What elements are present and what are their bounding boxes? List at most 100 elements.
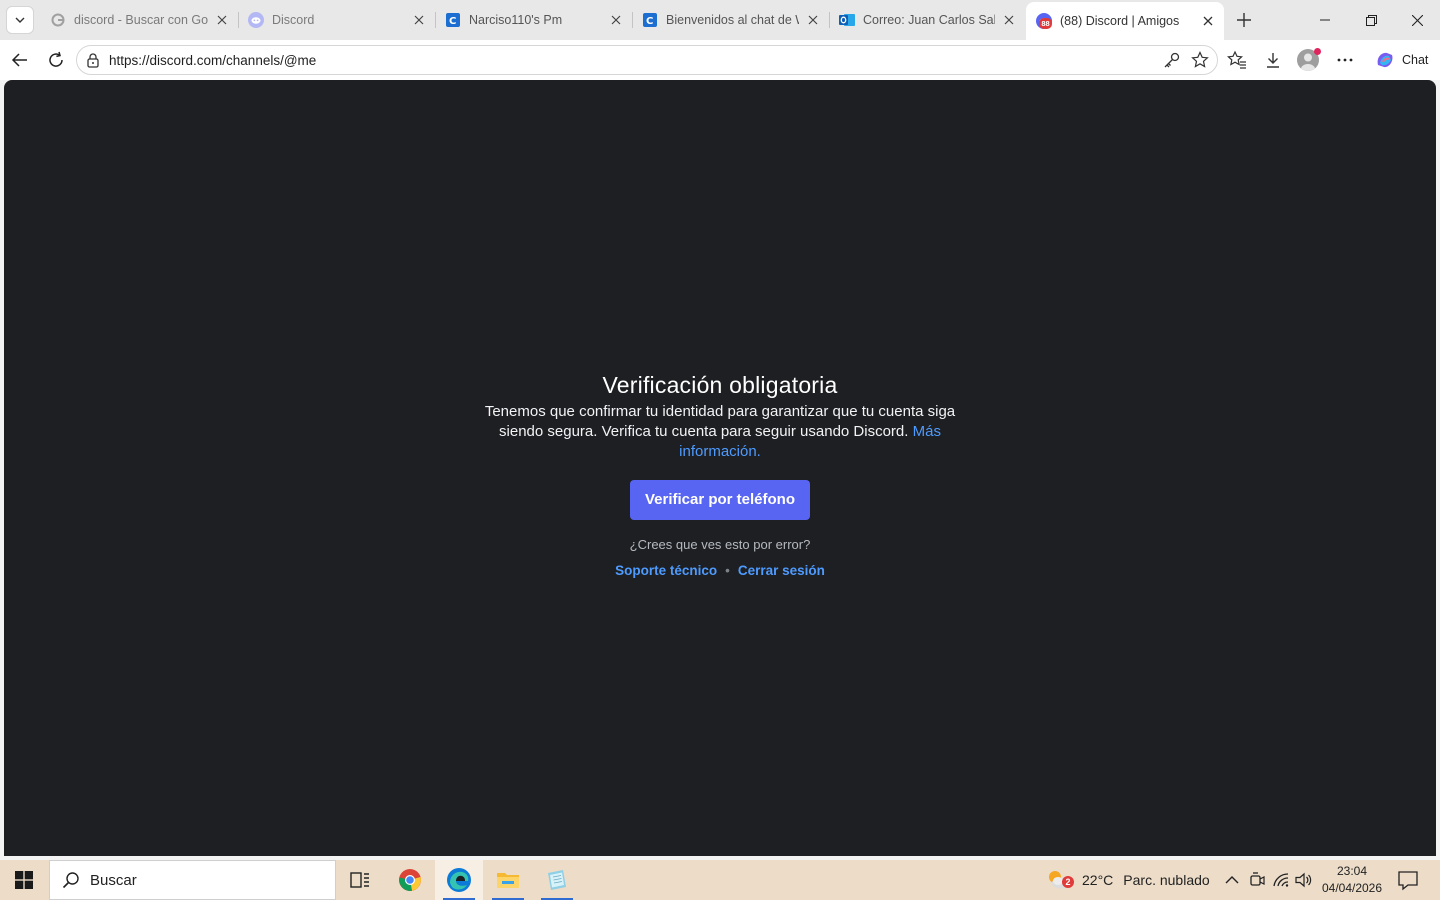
clock-date: 04/04/2026 [1321, 881, 1383, 895]
arrow-left-icon [11, 53, 27, 67]
task-view-button[interactable] [336, 860, 384, 900]
link-separator: • [725, 563, 730, 578]
copilot-icon [1377, 52, 1393, 68]
taskbar-edge[interactable] [435, 860, 483, 900]
speaker-icon [1295, 872, 1312, 888]
folder-icon [497, 873, 519, 888]
star-icon[interactable] [1191, 51, 1209, 69]
chat-site-icon: C [642, 12, 658, 28]
tab-notification-badge: 88 [1039, 18, 1052, 29]
tab-title: Correo: Juan Carlos Salazar [863, 13, 995, 27]
notification-center-button[interactable] [1396, 868, 1420, 892]
more-dots-icon [1337, 58, 1353, 62]
logout-link[interactable]: Cerrar sesión [738, 563, 825, 578]
support-link[interactable]: Soporte técnico [615, 563, 717, 578]
favorites-button[interactable] [1225, 48, 1249, 72]
search-placeholder: Buscar [90, 871, 137, 889]
lock-icon[interactable] [85, 52, 101, 68]
chat-label: Chat [1402, 53, 1429, 67]
network-button[interactable] [1272, 870, 1292, 890]
close-tab-icon[interactable] [411, 12, 427, 28]
weather-temperature: 22°C [1082, 872, 1114, 888]
tab-discord-amigos[interactable]: 88 (88) Discord | Amigos [1026, 2, 1224, 40]
minimize-icon [1320, 19, 1330, 21]
tab-strip: discord - Buscar con Google Discord C Na… [0, 0, 1440, 40]
download-icon [1267, 53, 1279, 68]
system-clock[interactable]: 23:04 04/04/2026 [1320, 863, 1384, 897]
windows-taskbar: Buscar 2 22°C Parc. nublado 23:04 04/04/… [0, 860, 1440, 900]
tab-discord[interactable]: Discord [238, 4, 435, 36]
taskbar-chrome[interactable] [386, 860, 434, 900]
close-tab-icon[interactable] [1001, 12, 1017, 28]
discord-icon [248, 12, 264, 28]
tab-title: discord - Buscar con Google [74, 13, 208, 27]
volume-button[interactable] [1294, 870, 1314, 890]
google-g-icon [50, 12, 66, 28]
restore-button[interactable] [1348, 0, 1394, 40]
plus-icon [1237, 13, 1251, 27]
edge-icon [447, 868, 471, 892]
close-tab-icon[interactable] [214, 12, 230, 28]
page-title: Verificación obligatoria [602, 372, 838, 398]
error-question: ¿Crees que ves esto por error? [629, 537, 811, 552]
tab-bienvenidos-chat[interactable]: C Bienvenidos al chat de Web [632, 4, 829, 36]
weather-condition: Parc. nublado [1123, 872, 1210, 888]
tab-narciso-pm[interactable]: C Narciso110's Pm [435, 4, 632, 36]
close-tab-icon[interactable] [1200, 13, 1216, 29]
meet-now-button[interactable] [1247, 870, 1267, 890]
description-text: Tenemos que confirmar tu identidad para … [484, 403, 956, 440]
taskbar-notepad-app[interactable] [533, 860, 581, 900]
new-tab-button[interactable] [1232, 8, 1256, 32]
refresh-button[interactable] [44, 48, 68, 72]
search-icon [62, 872, 79, 889]
taskbar-search-box[interactable]: Buscar [49, 860, 336, 900]
taskbar-file-explorer[interactable] [484, 860, 532, 900]
tab-title: Narciso110's Pm [469, 13, 563, 27]
tab-title: (88) Discord | Amigos [1060, 14, 1180, 28]
start-button[interactable] [0, 860, 48, 900]
tab-google-search[interactable]: discord - Buscar con Google [40, 4, 238, 36]
partly-cloudy-icon: 2 [1046, 868, 1074, 892]
verify-by-phone-button[interactable]: Verificar por teléfono [630, 480, 810, 520]
tab-title: Discord [272, 13, 315, 27]
address-bar[interactable]: https://discord.com/channels/@me [76, 45, 1218, 75]
url-text[interactable]: https://discord.com/channels/@me [109, 53, 316, 68]
back-button[interactable] [8, 48, 32, 72]
minimize-button[interactable] [1302, 0, 1348, 40]
wifi-icon [1273, 873, 1289, 887]
copilot-chat-button[interactable]: Chat [1368, 46, 1434, 74]
discord-notification-icon: 88 [1036, 13, 1052, 29]
browser-toolbar: https://discord.com/channels/@me Chat [0, 40, 1440, 80]
close-icon [1411, 14, 1423, 26]
settings-more-button[interactable] [1333, 48, 1357, 72]
clock-time: 23:04 [1336, 864, 1368, 878]
tab-outlook-mail[interactable]: Correo: Juan Carlos Salazar [829, 4, 1025, 36]
verification-description: Tenemos que confirmar tu identidad para … [470, 402, 970, 462]
close-window-button[interactable] [1394, 0, 1440, 40]
restore-icon [1365, 14, 1377, 26]
password-key-icon[interactable] [1163, 51, 1181, 69]
help-links: Soporte técnico • Cerrar sesión [4, 563, 1436, 579]
weather-widget[interactable]: 2 22°C Parc. nublado [1046, 860, 1210, 900]
close-tab-icon[interactable] [805, 12, 821, 28]
downloads-button[interactable] [1261, 48, 1285, 72]
close-tab-icon[interactable] [608, 12, 624, 28]
camera-icon [1250, 872, 1265, 886]
notification-icon [1398, 871, 1418, 891]
chevron-up-icon [1225, 876, 1239, 884]
show-hidden-icons-button[interactable] [1222, 870, 1242, 890]
chrome-icon [399, 869, 421, 891]
tab-actions-menu-button[interactable] [6, 6, 34, 34]
favorites-icon [1227, 50, 1246, 69]
discord-page: Verificación obligatoria Tenemos que con… [4, 80, 1436, 856]
profile-alert-dot [1314, 48, 1321, 55]
weather-alert-badge: 2 [1062, 876, 1074, 888]
chat-site-icon: C [445, 12, 461, 28]
notepad-icon [548, 870, 566, 890]
tab-title: Bienvenidos al chat de Web [666, 13, 799, 27]
task-view-icon [350, 872, 369, 888]
verification-panel: Verificación obligatoria Tenemos que con… [4, 370, 1436, 579]
svg-text:C: C [449, 16, 456, 27]
chevron-down-icon [15, 17, 25, 23]
windows-logo-icon [15, 871, 33, 889]
